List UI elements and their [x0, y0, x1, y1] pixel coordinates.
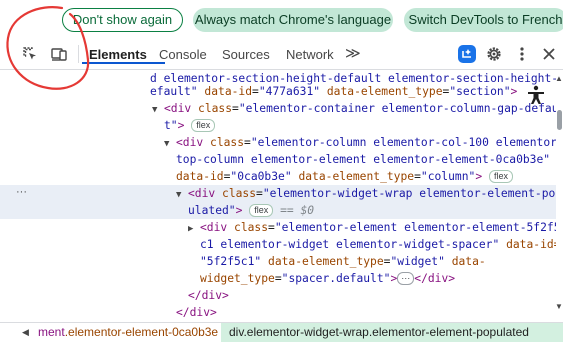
flex-badge[interactable]: flex — [488, 170, 513, 183]
breadcrumb: ◀ ment.elementor-element-0ca0b3e div.ele… — [0, 322, 563, 342]
selected-node-marker: == $0 — [280, 204, 315, 217]
dom-line[interactable]: ▼ <div class="elementor-column elementor-… — [0, 134, 556, 151]
dom-line-selected[interactable]: ulated"> flex == $0 — [0, 202, 556, 219]
attr-value: t" — [164, 119, 178, 132]
tag-name: <div — [200, 221, 228, 234]
more-options-icon[interactable] — [512, 44, 532, 64]
settings-gear-icon[interactable] — [484, 44, 504, 64]
attr-value: efault" — [150, 85, 198, 98]
tag-bracket: > — [390, 272, 398, 285]
tag-close: </div> — [188, 289, 229, 302]
collapsed-triangle-icon[interactable]: ▶ — [188, 221, 200, 236]
node-actions-icon[interactable]: ··· — [16, 186, 27, 198]
attr-value: "elementor-container elementor-column-ga… — [238, 102, 556, 115]
attr-value: "widget" — [390, 255, 445, 268]
attr-name: data-id — [176, 170, 224, 183]
attr-name: class — [198, 102, 233, 115]
breadcrumb-tag: ment — [38, 325, 65, 339]
tab-network[interactable]: Network — [286, 47, 334, 62]
attr-value: top-column elementor-element elementor-e… — [176, 153, 551, 166]
attr-name: class — [210, 136, 245, 149]
switch-to-french-button[interactable]: Switch DevTools to French — [404, 8, 563, 32]
toolbar-separator — [78, 45, 79, 63]
accessibility-icon[interactable] — [523, 83, 549, 109]
devtools-toolbar: Elements Console Sources Network ≫ — [0, 38, 563, 70]
attr-name: data-element_type — [268, 255, 384, 268]
dom-line[interactable]: ▶ <div class="elementor-element elementor… — [0, 219, 556, 236]
attr-name: data- — [451, 255, 486, 268]
device-toolbar-icon[interactable] — [49, 44, 69, 64]
dom-line[interactable]: "5f2f5c1" data-element_type="widget" dat… — [0, 253, 556, 270]
attr-value: "elementor-element elementor-element-5f2… — [274, 221, 556, 234]
breadcrumb-class: .elementor-element-0ca0b3e — [64, 325, 219, 339]
attr-value: ulated" — [188, 204, 236, 217]
dom-line[interactable]: widget_type="spacer.default"> ··· </div> — [0, 270, 556, 287]
dom-line[interactable]: </div> — [0, 304, 556, 321]
always-match-language-button[interactable]: Always match Chrome's language — [193, 8, 393, 32]
breadcrumb-scroll-left-icon[interactable]: ◀ — [22, 323, 29, 342]
dom-line[interactable]: </div> — [0, 287, 556, 304]
attr-name: data-id — [204, 85, 253, 98]
attr-value: "section" — [449, 85, 511, 98]
dom-line-selected[interactable]: ▼ <div class="elementor-widget-wrap eleme… — [0, 185, 556, 202]
attr-name: data-element_type — [326, 85, 443, 98]
expanded-triangle-icon[interactable]: ▼ — [176, 187, 188, 202]
tab-sources[interactable]: Sources — [222, 47, 270, 62]
tag-close: </div> — [176, 306, 217, 319]
tab-console[interactable]: Console — [159, 47, 207, 62]
dont-show-again-button[interactable]: Don't show again — [62, 8, 183, 32]
attr-value: "5f2f5c1" — [200, 255, 262, 268]
scroll-up-arrow-icon[interactable]: ▲ — [555, 74, 563, 83]
dom-line[interactable]: efault" data-id="477a631" data-element_t… — [0, 83, 556, 100]
dom-line[interactable]: data-id="0ca0b3e" data-element_type="col… — [0, 168, 556, 185]
attr-name: data-element_type — [298, 170, 415, 183]
scroll-down-arrow-icon[interactable]: ▼ — [555, 302, 563, 311]
attr-value: "elementor-widget-wrap elementor-element… — [262, 187, 556, 200]
attr-name: widget_type — [200, 272, 275, 285]
dom-line[interactable]: t"> flex — [0, 117, 556, 134]
active-tab-indicator — [82, 62, 165, 64]
language-notification-bar: Don't show again Always match Chrome's l… — [0, 0, 563, 38]
tag-bracket: > — [510, 85, 518, 98]
expanded-triangle-icon[interactable]: ▼ — [152, 102, 164, 117]
tab-elements[interactable]: Elements — [89, 47, 147, 62]
dom-line[interactable]: top-column elementor-element elementor-e… — [0, 151, 556, 168]
tag-bracket: > — [475, 170, 483, 183]
attr-value: "column" — [420, 170, 476, 183]
attr-name: data-id= — [506, 238, 556, 251]
attr-name: class — [234, 221, 269, 234]
attr-value: c1 elementor-widget elementor-widget-spa… — [200, 238, 500, 251]
inspect-element-icon[interactable] — [20, 44, 40, 64]
tag-bracket: > — [235, 204, 243, 217]
attr-value: "0ca0b3e" — [230, 170, 292, 183]
attr-name: class — [222, 187, 257, 200]
elements-dom-tree: d elementor-section-height-default eleme… — [0, 70, 563, 322]
tag-name: <div — [164, 102, 192, 115]
attr-value: "spacer.default" — [281, 272, 391, 285]
breadcrumb-item-selected[interactable]: div.elementor-widget-wrap.elementor-elem… — [221, 323, 563, 342]
dom-line[interactable]: ▼ <div class="elementor-container element… — [0, 100, 556, 117]
expanded-triangle-icon[interactable]: ▼ — [164, 136, 176, 151]
dom-line[interactable]: c1 elementor-widget elementor-widget-spa… — [0, 236, 556, 253]
more-tabs-icon[interactable]: ≫ — [345, 44, 361, 62]
tag-name: <div — [176, 136, 204, 149]
close-icon[interactable] — [539, 44, 559, 64]
tag-close: </div> — [414, 272, 456, 285]
tag-bracket: > — [177, 119, 185, 132]
breadcrumb-item[interactable]: ment.elementor-element-0ca0b3e — [38, 323, 218, 342]
flex-badge[interactable]: flex — [249, 204, 274, 217]
tag-name: <div — [188, 187, 216, 200]
attr-value: "477a631" — [258, 85, 321, 98]
devtools-ai-icon[interactable] — [457, 44, 477, 64]
flex-badge[interactable]: flex — [191, 119, 216, 132]
attr-value: "elementor-column elementor-col-100 elem… — [250, 136, 556, 149]
collapsed-content-badge[interactable]: ··· — [397, 272, 415, 285]
scrollbar-thumb[interactable] — [557, 110, 562, 130]
